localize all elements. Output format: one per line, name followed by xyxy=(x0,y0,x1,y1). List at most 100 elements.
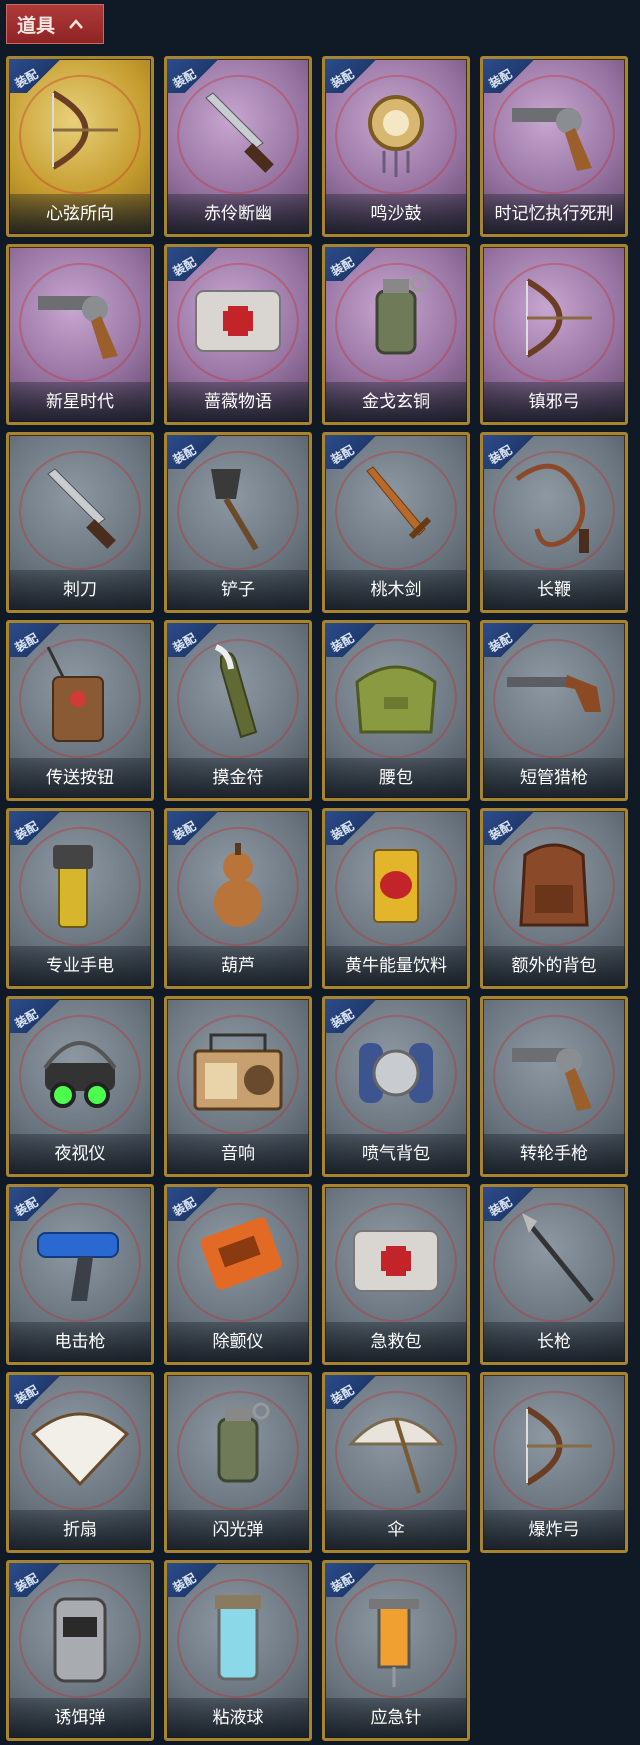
item-card[interactable]: 装配 夜视仪 xyxy=(6,996,154,1177)
equip-badge: 装配 xyxy=(483,59,535,93)
equip-badge: 装配 xyxy=(325,1375,377,1409)
equip-badge-text: 装配 xyxy=(328,1006,357,1031)
items-category-header[interactable]: 道具 xyxy=(6,4,104,44)
item-label: 鸣沙鼓 xyxy=(325,194,467,234)
grenade-icon xyxy=(217,1402,270,1483)
item-card[interactable]: 装配 桃木剑 xyxy=(322,432,470,613)
equip-badge-text: 装配 xyxy=(328,818,357,843)
equip-badge-text: 装配 xyxy=(12,1194,41,1219)
item-label: 蔷薇物语 xyxy=(167,382,309,422)
equip-badge: 装配 xyxy=(325,435,377,469)
item-card[interactable]: 装配 鸣沙鼓 xyxy=(322,56,470,237)
knife-icon xyxy=(47,468,116,549)
item-card[interactable]: 装配 喷气背包 xyxy=(322,996,470,1177)
item-card[interactable]: 装配 电击枪 xyxy=(6,1184,154,1365)
item-label: 镇邪弓 xyxy=(483,382,625,422)
item-label: 转轮手枪 xyxy=(483,1134,625,1174)
item-label: 急救包 xyxy=(325,1322,467,1362)
item-label: 赤伶断幽 xyxy=(167,194,309,234)
item-label: 新星时代 xyxy=(9,382,151,422)
equip-badge: 装配 xyxy=(9,1375,61,1409)
item-label: 伞 xyxy=(325,1510,467,1550)
equip-badge: 装配 xyxy=(325,1563,377,1597)
revolver-icon xyxy=(512,1048,592,1111)
item-card[interactable]: 镇邪弓 xyxy=(480,244,628,425)
item-card[interactable]: 装配 应急针 xyxy=(322,1560,470,1741)
equip-badge-text: 装配 xyxy=(170,630,199,655)
item-card[interactable]: 装配 腰包 xyxy=(322,620,470,801)
item-card[interactable]: 装配 粘液球 xyxy=(164,1560,312,1741)
chevron-up-icon xyxy=(69,19,83,29)
item-label: 应急针 xyxy=(325,1698,467,1738)
equip-badge: 装配 xyxy=(167,811,219,845)
item-card[interactable]: 装配 专业手电 xyxy=(6,808,154,989)
equip-badge-text: 装配 xyxy=(486,1194,515,1219)
item-card[interactable]: 急救包 xyxy=(322,1184,470,1365)
equip-badge-text: 装配 xyxy=(170,254,199,279)
equip-badge-text: 装配 xyxy=(12,1006,41,1031)
item-label: 长枪 xyxy=(483,1322,625,1362)
item-label: 除颤仪 xyxy=(167,1322,309,1362)
equip-badge-text: 装配 xyxy=(328,254,357,279)
equip-badge: 装配 xyxy=(325,247,377,281)
equip-badge: 装配 xyxy=(167,435,219,469)
equip-badge-text: 装配 xyxy=(328,66,357,91)
item-card[interactable]: 装配 黄牛能量饮料 xyxy=(322,808,470,989)
equip-badge-text: 装配 xyxy=(170,1194,199,1219)
equip-badge: 装配 xyxy=(483,811,535,845)
equip-badge: 装配 xyxy=(9,623,61,657)
item-label: 黄牛能量饮料 xyxy=(325,946,467,986)
equip-badge: 装配 xyxy=(9,811,61,845)
equip-badge-text: 装配 xyxy=(170,442,199,467)
equip-badge: 装配 xyxy=(9,1563,61,1597)
item-card[interactable]: 新星时代 xyxy=(6,244,154,425)
item-card[interactable]: 装配 铲子 xyxy=(164,432,312,613)
equip-badge-text: 装配 xyxy=(486,818,515,843)
equip-badge: 装配 xyxy=(9,999,61,1033)
item-label: 专业手电 xyxy=(9,946,151,986)
item-card[interactable]: 装配 短管猎枪 xyxy=(480,620,628,801)
equip-badge-text: 装配 xyxy=(170,818,199,843)
item-card[interactable]: 装配 传送按钮 xyxy=(6,620,154,801)
item-card[interactable]: 装配 心弦所向 xyxy=(6,56,154,237)
item-card[interactable]: 装配 除颤仪 xyxy=(164,1184,312,1365)
item-card[interactable]: 装配 诱饵弹 xyxy=(6,1560,154,1741)
equip-badge-text: 装配 xyxy=(486,66,515,91)
item-card[interactable]: 转轮手枪 xyxy=(480,996,628,1177)
item-card[interactable]: 装配 长枪 xyxy=(480,1184,628,1365)
item-grid: 装配 心弦所向 装配 赤伶断幽 装配 鸣沙鼓 装配 时记忆执行死刑 新星时代 装配 蔷薇物语 装配 金戈… xyxy=(6,56,628,1741)
item-card[interactable]: 刺刀 xyxy=(6,432,154,613)
item-card[interactable]: 音响 xyxy=(164,996,312,1177)
revolver-icon xyxy=(38,296,118,359)
item-card[interactable]: 装配 葫芦 xyxy=(164,808,312,989)
item-card[interactable]: 装配 长鞭 xyxy=(480,432,628,613)
item-card[interactable]: 装配 额外的背包 xyxy=(480,808,628,989)
item-card[interactable]: 装配 摸金符 xyxy=(164,620,312,801)
item-card[interactable]: 装配 蔷薇物语 xyxy=(164,244,312,425)
item-label: 额外的背包 xyxy=(483,946,625,986)
item-card[interactable]: 装配伞 xyxy=(322,1372,470,1553)
equip-badge: 装配 xyxy=(325,623,377,657)
item-label: 心弦所向 xyxy=(9,194,151,234)
equip-badge-text: 装配 xyxy=(12,1382,41,1407)
item-label: 闪光弹 xyxy=(167,1510,309,1550)
equip-badge-text: 装配 xyxy=(12,818,41,843)
item-card[interactable]: 爆炸弓 xyxy=(480,1372,628,1553)
item-label: 粘液球 xyxy=(167,1698,309,1738)
item-label: 爆炸弓 xyxy=(483,1510,625,1550)
item-card[interactable]: 装配 时记忆执行死刑 xyxy=(480,56,628,237)
item-label: 刺刀 xyxy=(9,570,151,610)
radio-icon xyxy=(193,1033,283,1111)
item-card[interactable]: 装配 金戈玄铜 xyxy=(322,244,470,425)
bow-icon xyxy=(525,1406,592,1486)
equip-badge-text: 装配 xyxy=(12,1570,41,1595)
equip-badge: 装配 xyxy=(167,1187,219,1221)
item-label: 时记忆执行死刑 xyxy=(483,194,625,234)
equip-badge-text: 装配 xyxy=(328,442,357,467)
item-label: 金戈玄铜 xyxy=(325,382,467,422)
equip-badge: 装配 xyxy=(483,435,535,469)
equip-badge: 装配 xyxy=(325,811,377,845)
item-card[interactable]: 闪光弹 xyxy=(164,1372,312,1553)
item-card[interactable]: 装配 赤伶断幽 xyxy=(164,56,312,237)
item-card[interactable]: 装配 折扇 xyxy=(6,1372,154,1553)
